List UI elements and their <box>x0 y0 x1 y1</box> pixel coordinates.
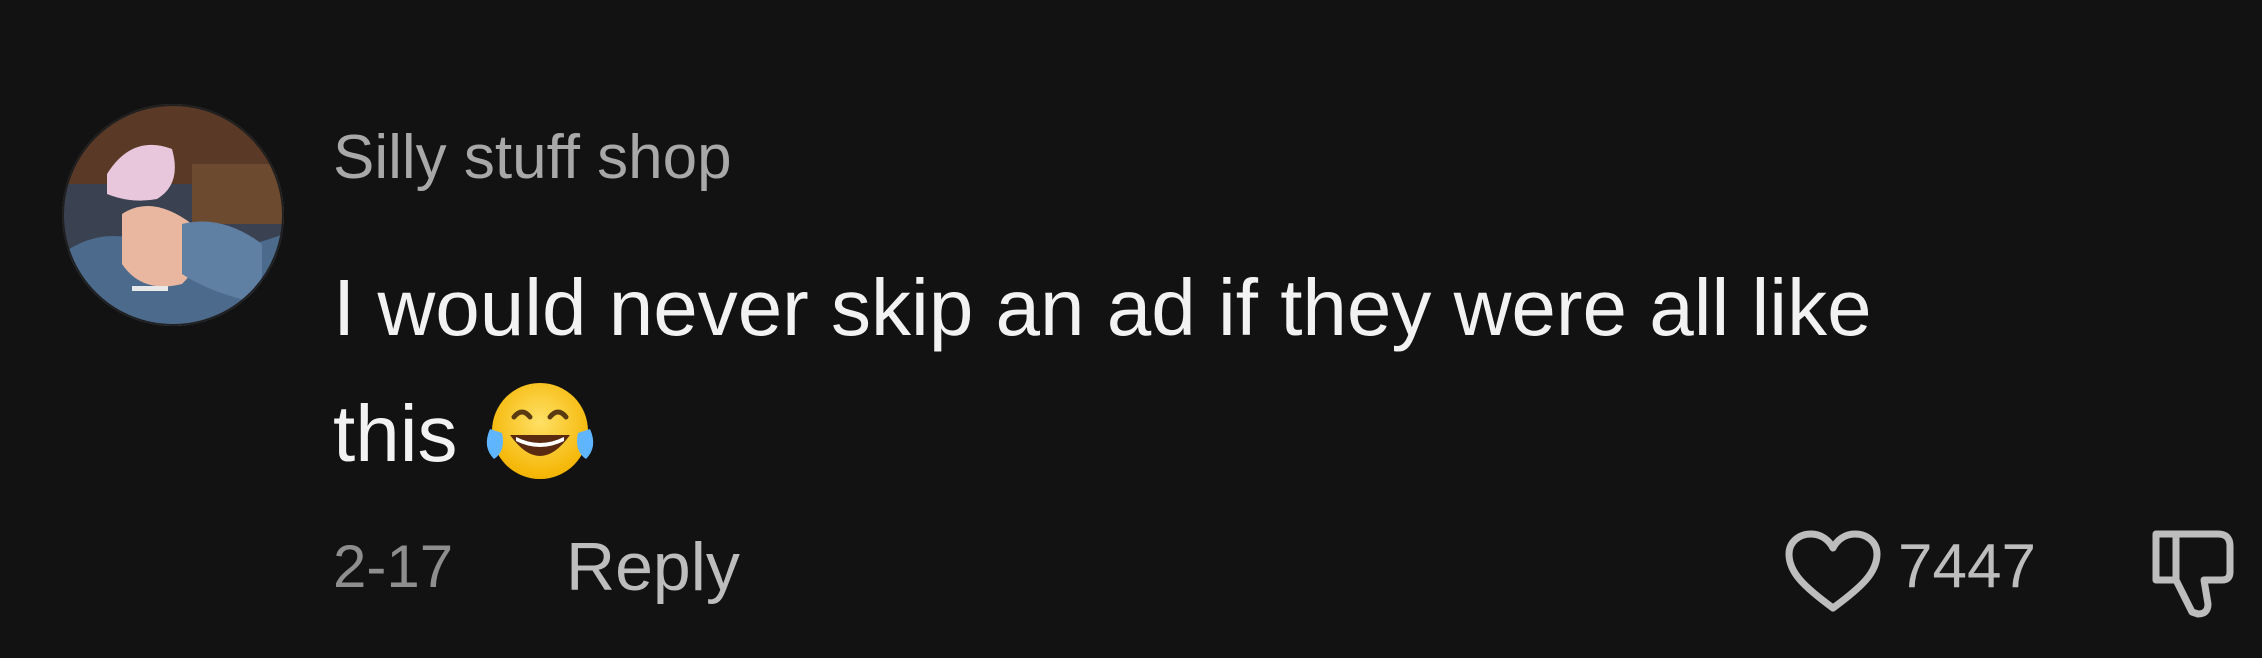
face-with-tears-of-joy-emoji-icon <box>480 377 600 489</box>
thumbs-down-icon[interactable] <box>2148 524 2238 620</box>
like-count: 7447 <box>1898 532 2036 601</box>
heart-icon[interactable] <box>1783 528 1883 616</box>
comment-text-line-1: I would never skip an ad if they were al… <box>333 263 1872 352</box>
avatar[interactable] <box>62 104 284 326</box>
comment-item: Silly stuff shop I would never skip an a… <box>0 0 2262 658</box>
reply-button[interactable]: Reply <box>566 528 740 606</box>
comment-date: 2-17 <box>333 533 454 600</box>
comment-text-line-2: this <box>333 389 458 478</box>
avatar-image <box>62 104 284 326</box>
comment-username[interactable]: Silly stuff shop <box>333 120 732 196</box>
comment-text: I would never skip an ad if they were al… <box>333 245 2233 497</box>
comment-text-line-2-wrap: this <box>333 371 2233 497</box>
